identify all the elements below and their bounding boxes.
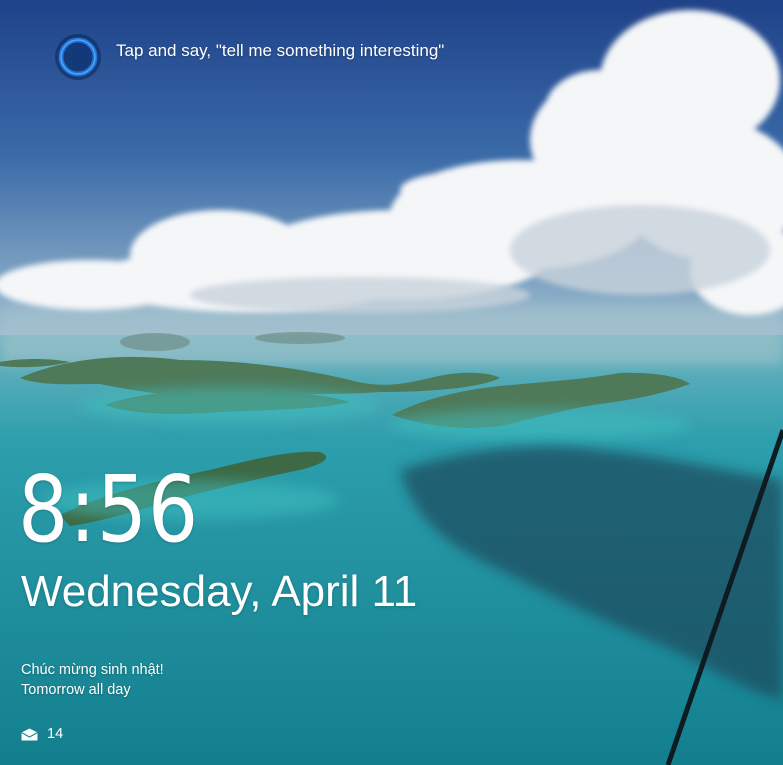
mail-count: 14 — [47, 726, 64, 742]
cortana-prompt[interactable]: Tap and say, "tell me something interest… — [116, 40, 444, 62]
cortana-button[interactable] — [54, 33, 102, 81]
mail-notification-badge: 14 — [21, 724, 63, 744]
lock-screen-date: Wednesday, April 11 — [21, 567, 418, 616]
calendar-event-title: Chúc mừng sinh nhật! — [21, 662, 164, 678]
mail-icon — [21, 728, 38, 740]
calendar-event-when: Tomorrow all day — [21, 682, 131, 698]
lock-screen-background — [0, 0, 783, 765]
cortana-ring-icon — [55, 34, 101, 80]
lock-screen-clock: 8:56 — [18, 456, 200, 563]
calendar-event: Chúc mừng sinh nhật! Tomorrow all day — [21, 660, 164, 700]
